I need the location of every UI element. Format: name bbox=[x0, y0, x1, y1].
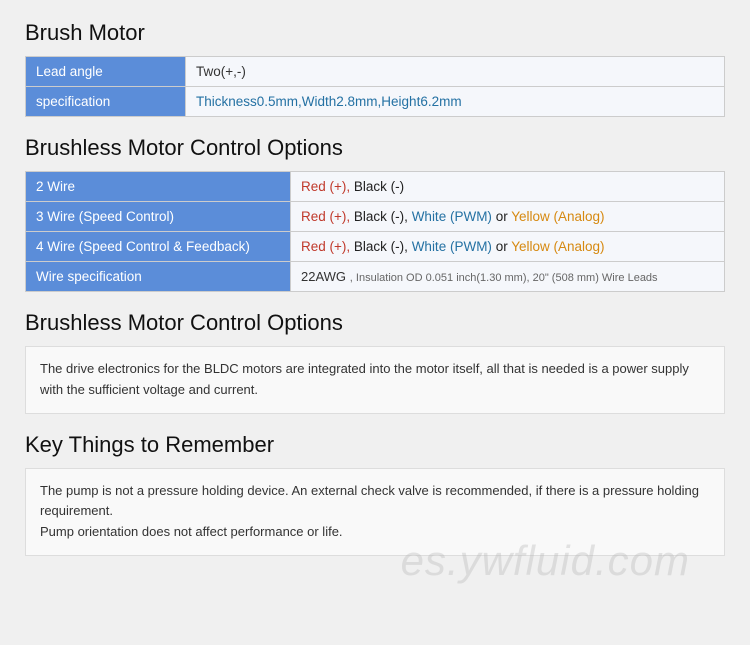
row-label: Lead angle bbox=[26, 57, 186, 87]
key-things-item-1: The pump is not a pressure holding devic… bbox=[40, 481, 710, 523]
row-value: Thickness0.5mm,Width2.8mm,Height6.2mm bbox=[186, 87, 725, 117]
brushless-description-title: Brushless Motor Control Options bbox=[25, 310, 725, 336]
or-text: or bbox=[496, 239, 512, 254]
red-text: Red (+), bbox=[301, 209, 350, 224]
brush-motor-title: Brush Motor bbox=[25, 20, 725, 46]
brush-motor-table: Lead angle Two(+,-) specification Thickn… bbox=[25, 56, 725, 117]
row-label: 2 Wire bbox=[26, 172, 291, 202]
black-text: Black (-) bbox=[354, 179, 404, 194]
black-text: Black (-), bbox=[354, 209, 408, 224]
row-label: specification bbox=[26, 87, 186, 117]
table-row: 4 Wire (Speed Control & Feedback) Red (+… bbox=[26, 232, 725, 262]
row-label: 4 Wire (Speed Control & Feedback) bbox=[26, 232, 291, 262]
wire-main: 22AWG bbox=[301, 269, 346, 284]
row-value: 22AWG , Insulation OD 0.051 inch(1.30 mm… bbox=[291, 262, 725, 292]
red-text: Red (+), bbox=[301, 179, 350, 194]
row-value: Red (+), Black (-) bbox=[291, 172, 725, 202]
table-row: Lead angle Two(+,-) bbox=[26, 57, 725, 87]
spec-value: Thickness0.5mm,Width2.8mm,Height6.2mm bbox=[196, 94, 462, 109]
brushless-control-table: 2 Wire Red (+), Black (-) 3 Wire (Speed … bbox=[25, 171, 725, 292]
wire-extra: , Insulation OD 0.051 inch(1.30 mm), 20"… bbox=[350, 272, 658, 284]
table-row: Wire specification 22AWG , Insulation OD… bbox=[26, 262, 725, 292]
key-things-item-2: Pump orientation does not affect perform… bbox=[40, 522, 710, 543]
brushless-control-title-1: Brushless Motor Control Options bbox=[25, 135, 725, 161]
blue-text: White (PWM) bbox=[412, 239, 492, 254]
key-things-title: Key Things to Remember bbox=[25, 432, 725, 458]
brushless-description-box: The drive electronics for the BLDC motor… bbox=[25, 346, 725, 414]
row-label: 3 Wire (Speed Control) bbox=[26, 202, 291, 232]
yellow-text: Yellow (Analog) bbox=[511, 209, 604, 224]
row-value: Red (+), Black (-), White (PWM) or Yello… bbox=[291, 202, 725, 232]
red-text: Red (+), bbox=[301, 239, 350, 254]
table-row: 2 Wire Red (+), Black (-) bbox=[26, 172, 725, 202]
black-text: Black (-), bbox=[354, 239, 408, 254]
row-label: Wire specification bbox=[26, 262, 291, 292]
row-value: Two(+,-) bbox=[186, 57, 725, 87]
row-value: Red (+), Black (-), White (PWM) or Yello… bbox=[291, 232, 725, 262]
key-things-box: The pump is not a pressure holding devic… bbox=[25, 468, 725, 556]
table-row: 3 Wire (Speed Control) Red (+), Black (-… bbox=[26, 202, 725, 232]
yellow-text: Yellow (Analog) bbox=[511, 239, 604, 254]
brushless-description-text: The drive electronics for the BLDC motor… bbox=[40, 359, 710, 401]
table-row: specification Thickness0.5mm,Width2.8mm,… bbox=[26, 87, 725, 117]
or-text: or bbox=[496, 209, 512, 224]
blue-text: White (PWM) bbox=[412, 209, 492, 224]
